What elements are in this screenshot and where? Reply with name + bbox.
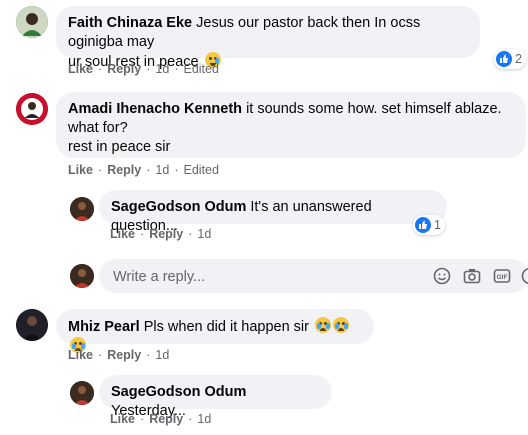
comment-bubble: Amadi Ihenacho Kenneth it sounds some ho… <box>56 92 526 158</box>
crying-emoji-icon <box>333 317 350 333</box>
comment-author[interactable]: Amadi Ihenacho Kenneth <box>68 101 242 117</box>
avatar[interactable] <box>16 93 48 125</box>
like-link[interactable]: Like <box>68 62 93 76</box>
like-link[interactable]: Like <box>110 227 135 241</box>
avatar[interactable] <box>70 197 94 221</box>
timestamp[interactable]: 1d <box>197 412 211 426</box>
timestamp[interactable]: 1d <box>155 163 169 177</box>
avatar[interactable] <box>70 381 94 405</box>
crying-emoji-icon <box>315 317 332 333</box>
comment-actions: Like · Reply · 1d <box>68 348 170 362</box>
like-link[interactable]: Like <box>68 163 93 177</box>
gif-icon[interactable]: GIF <box>493 267 511 285</box>
timestamp[interactable]: 1d <box>197 227 211 241</box>
reaction-count-badge[interactable]: 2 <box>494 49 526 69</box>
reaction-count: 1 <box>434 218 441 232</box>
reply-bubble: SageGodson Odum Yesterday... <box>99 375 332 419</box>
emoji-icon[interactable] <box>433 267 451 285</box>
comment-text-continued: rest in peace sir <box>68 139 171 155</box>
comment-author[interactable]: Faith Chinaza Eke <box>68 15 192 31</box>
comment-author[interactable]: Mhiz Pearl <box>68 319 140 335</box>
comment-text-continued: what for? <box>68 120 128 136</box>
camera-icon[interactable] <box>463 267 481 285</box>
reply-actions: Like · Reply · 1d <box>110 227 212 241</box>
reply-actions: Like · Reply · 1d <box>110 412 212 426</box>
thumbs-up-icon <box>496 51 512 67</box>
avatar[interactable] <box>16 6 48 38</box>
reply-link[interactable]: Reply <box>149 412 183 426</box>
thumbs-up-icon <box>415 217 431 233</box>
comment-text: Pls when did it happen sir <box>143 319 309 335</box>
reply-author[interactable]: SageGodson Odum <box>111 384 246 400</box>
reaction-count-badge[interactable]: 1 <box>413 215 445 235</box>
sticker-icon[interactable] <box>521 267 528 285</box>
reply-composer[interactable]: GIF <box>99 259 528 295</box>
reply-author[interactable]: SageGodson Odum <box>111 199 246 215</box>
timestamp[interactable]: 1d <box>155 348 169 362</box>
edited-label: Edited <box>183 62 219 76</box>
like-link[interactable]: Like <box>68 348 93 362</box>
reply-link[interactable]: Reply <box>107 348 141 362</box>
comment-actions: Like · Reply · 1d · Edited <box>68 62 219 76</box>
reply-input[interactable] <box>111 259 415 295</box>
comment-bubble: Faith Chinaza Eke Jesus our pastor back … <box>56 6 480 70</box>
reply-link[interactable]: Reply <box>149 227 183 241</box>
edited-label: Edited <box>183 163 219 177</box>
reaction-count: 2 <box>515 52 522 66</box>
current-user-avatar <box>70 264 94 288</box>
like-link[interactable]: Like <box>110 412 135 426</box>
comment-text: it sounds some how. set himself ablaze. <box>246 101 502 117</box>
avatar[interactable] <box>16 309 48 341</box>
svg-text:GIF: GIF <box>497 274 508 281</box>
comment-bubble: Mhiz Pearl Pls when did it happen sir <box>56 309 374 353</box>
reply-link[interactable]: Reply <box>107 163 141 177</box>
timestamp[interactable]: 1d <box>155 62 169 76</box>
comment-actions: Like · Reply · 1d · Edited <box>68 163 219 177</box>
reply-bubble: SageGodson Odum It's an unanswered quest… <box>99 190 447 234</box>
reply-link[interactable]: Reply <box>107 62 141 76</box>
